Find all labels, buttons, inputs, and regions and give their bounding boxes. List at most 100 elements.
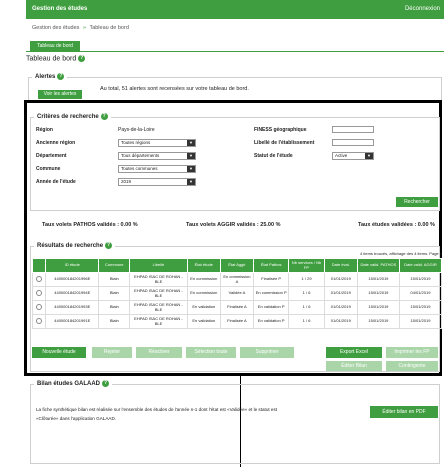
annee-select[interactable]: 2019 ▼ — [118, 178, 196, 186]
table-row[interactable]: 440000184201993E Blain EHPAD ISAC DE ROH… — [31, 300, 443, 315]
cell-etat-aggir: Finalisée A — [219, 300, 255, 315]
column-header[interactable]: Libellé — [129, 258, 188, 273]
chevron-down-icon: ▼ — [365, 153, 373, 159]
finess-label: FINESS géographique — [254, 127, 307, 133]
criteres-legend: Critères de recherche? — [34, 113, 111, 121]
export-excel-button[interactable]: Export Excel — [326, 347, 382, 358]
cell-libelle: EHPAD ISAC DE ROHAN - BLE — [129, 272, 188, 287]
cell-date-eval: 01/01/2019 — [323, 286, 358, 301]
cell-etat-aggir: Validée A — [219, 286, 255, 301]
departement-label: Département — [36, 153, 67, 159]
tab-tableau-de-bord[interactable]: Tableau de bord — [30, 41, 80, 51]
cell-date-eval: 01/01/2019 — [323, 272, 358, 287]
cell-etat-pathos: En commission P — [253, 286, 290, 301]
cell-etat-pathos: En validation P — [253, 300, 290, 315]
row-radio[interactable] — [31, 300, 47, 315]
editer-bilan-button[interactable]: Éditer Bilan — [326, 361, 382, 371]
cell-libelle: EHPAD ISAC DE ROHAN - BLE — [129, 300, 188, 315]
cell-nb-services: 1 / 6 — [288, 314, 325, 329]
departement-select[interactable]: Tous départements ▼ — [118, 152, 196, 160]
table-row[interactable]: 440000184201994E Blain EHPAD ISAC DE ROH… — [31, 286, 443, 301]
reactiver-button[interactable]: Réactiver — [136, 347, 182, 358]
radio-icon[interactable] — [36, 289, 43, 296]
chevron-down-icon: ▼ — [187, 179, 195, 185]
supprimer-button[interactable]: Supprimer — [240, 347, 294, 358]
finess-input[interactable] — [332, 126, 374, 133]
radio-icon[interactable] — [36, 317, 43, 324]
cell-id: 440000184201993E — [45, 300, 100, 315]
column-header[interactable]: Date valid. AGGIR — [398, 258, 443, 273]
cell-date-pathos: 15/01/2019 — [356, 300, 400, 315]
rejeter-button[interactable]: Rejeter — [92, 347, 132, 358]
voir-alertes-button[interactable]: Voir les alertes — [38, 90, 82, 99]
cell-nb-services: 1 / 6 — [288, 300, 325, 315]
chevron-down-icon: ▼ — [187, 140, 195, 146]
cell-nb-services: 1 / 6 — [288, 286, 325, 301]
resultats-legend: Résultats de recherche? — [34, 242, 116, 250]
table-row[interactable]: 440000184201996E Blain EHPAD ISAC DE ROH… — [31, 272, 443, 287]
taux-etudes: Taux études validées : 0.00 % — [358, 222, 435, 228]
app-title: Gestion des études — [32, 6, 88, 12]
cell-id: 440000184201991E — [45, 314, 100, 329]
column-header[interactable]: ID étude — [45, 258, 100, 273]
libelle-input[interactable] — [332, 139, 374, 146]
row-radio[interactable] — [31, 272, 47, 287]
commune-select[interactable]: Toutes communes ▼ — [118, 165, 196, 173]
logout-link[interactable]: Déconnexion — [405, 6, 440, 12]
alertes-legend: Alertes? — [32, 73, 68, 81]
region-value: Pays-de-la-Loire — [118, 127, 155, 133]
help-icon[interactable]: ? — [100, 113, 108, 120]
taux-pathos: Taux volets PATHOS validés : 0.00 % — [42, 222, 138, 228]
statut-select[interactable]: Active ▼ — [332, 152, 374, 160]
cell-etat-aggir: En commission A — [219, 272, 255, 287]
row-radio[interactable] — [31, 314, 47, 329]
page-title-text: Tableau de bord — [26, 55, 77, 63]
cell-etat-pathos: En validation P — [253, 314, 290, 329]
cell-etat-pathos: Finalisée P — [253, 272, 290, 287]
help-icon[interactable]: ? — [102, 380, 110, 387]
libelle-label: Libellé de l'établissement — [254, 140, 315, 146]
row-radio[interactable] — [31, 286, 47, 301]
nouvelle-etude-button[interactable]: Nouvelle étude — [32, 347, 86, 358]
column-header[interactable]: État Pathos — [253, 258, 290, 273]
cell-date-pathos: 15/01/2019 — [356, 314, 400, 329]
cell-etat-etude: En commission — [186, 272, 221, 287]
bilan-legend-text: Bilan études GALAAD — [37, 381, 101, 388]
help-icon[interactable]: ? — [57, 73, 65, 80]
radio-icon[interactable] — [36, 275, 43, 282]
cell-id: 440000184201996E — [45, 272, 100, 287]
column-header[interactable]: Date éval. — [323, 258, 358, 273]
column-header[interactable]: Nb services / Nb FP — [288, 258, 325, 273]
help-icon[interactable]: ? — [78, 55, 86, 62]
cell-commune: Blain — [98, 300, 131, 315]
commune-value: Toutes communes — [121, 166, 158, 171]
column-header[interactable]: Date valid. PATHOS — [356, 258, 400, 273]
results-table: ID étude Commune Libellé État étude État… — [31, 258, 443, 329]
selection-toute-button[interactable]: Sélection toute — [186, 347, 236, 358]
commune-label: Commune — [36, 166, 61, 172]
column-header[interactable]: État Aggir — [219, 258, 255, 273]
cell-date-aggir: 15/01/2019 — [398, 300, 443, 315]
editer-bilan-pdf-button[interactable]: Éditer bilan en PDF — [370, 406, 438, 418]
region-label: Région — [36, 127, 53, 133]
breadcrumb-root[interactable]: Gestion des études — [32, 25, 79, 31]
ancienne-region-value: Toutes régions — [121, 140, 151, 145]
breadcrumb-current: Tableau de bord — [89, 25, 129, 31]
radio-icon[interactable] — [36, 303, 43, 310]
app-header: Gestion des études Déconnexion — [26, 0, 444, 19]
bilan-section — [30, 384, 440, 464]
cell-date-pathos: 15/01/2019 — [356, 272, 400, 287]
table-row[interactable]: 440000184201991E Blain EHPAD ISAC DE ROH… — [31, 314, 443, 329]
column-header[interactable]: État étude — [186, 258, 221, 273]
imprimer-fp-button[interactable]: Imprimer les FP — [386, 347, 438, 358]
help-icon[interactable]: ? — [105, 242, 113, 249]
ancienne-region-select[interactable]: Toutes régions ▼ — [118, 139, 196, 147]
bilan-text-line1: La fiche synthétique bilan est réalisée … — [36, 407, 278, 412]
contingente-button[interactable]: Contingente — [386, 361, 438, 371]
column-header[interactable]: Commune — [98, 258, 131, 273]
rechercher-button[interactable]: Rechercher — [396, 197, 438, 207]
cell-date-eval: 01/01/2019 — [323, 300, 358, 315]
result-count: 4 items trouvés, affichage des 4 items. … — [360, 251, 442, 256]
cell-nb-services: 1 / 29 — [288, 272, 325, 287]
table-header-row: ID étude Commune Libellé État étude État… — [31, 258, 443, 273]
